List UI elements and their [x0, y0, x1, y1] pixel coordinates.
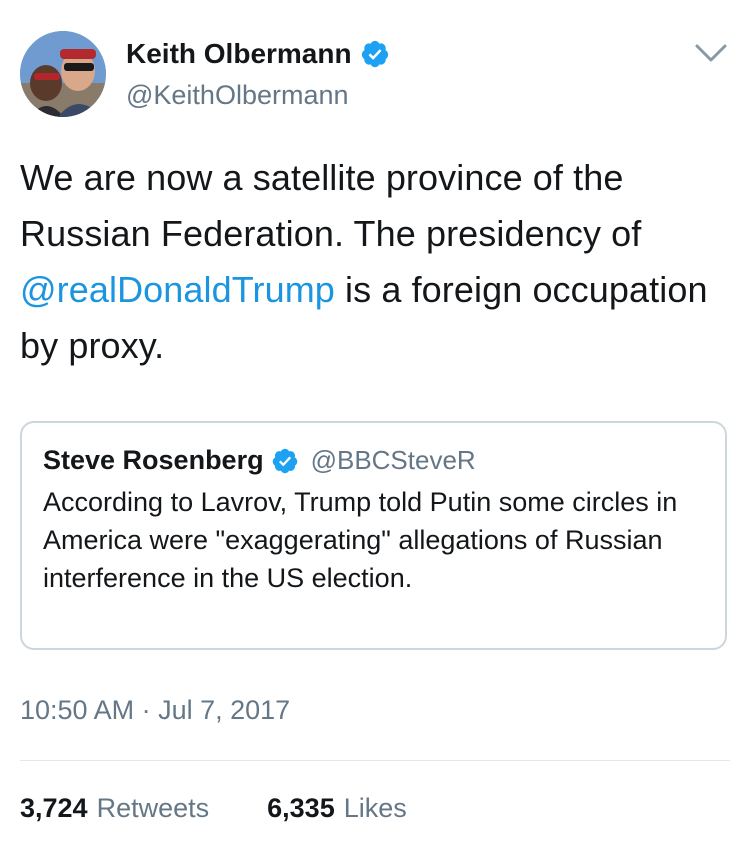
quoted-tweet-card[interactable]: Steve Rosenberg @BBCSteveR According to …: [20, 421, 727, 650]
divider: [20, 760, 730, 761]
retweets-label: Retweets: [96, 793, 210, 823]
likes-stat[interactable]: 6,335 Likes: [267, 793, 407, 824]
tweet-text: We are now a satellite province of the R…: [20, 150, 720, 374]
chevron-down-icon[interactable]: [693, 40, 729, 66]
likes-label: Likes: [343, 793, 407, 823]
tweet-card: Keith Olbermann @KeithOlbermann We are n…: [0, 0, 750, 850]
tweet-timestamp[interactable]: 10:50 AM · Jul 7, 2017: [20, 695, 290, 726]
mention-link[interactable]: @realDonaldTrump: [20, 269, 335, 310]
author-name-text: Keith Olbermann: [126, 38, 352, 69]
author-handle[interactable]: @KeithOlbermann: [126, 80, 349, 111]
author-avatar[interactable]: [20, 31, 106, 117]
tweet-text-part-1: We are now a satellite province of the R…: [20, 157, 642, 254]
avatar-photo-icon: [20, 31, 106, 117]
retweets-count: 3,724: [20, 793, 88, 823]
quoted-tweet-text: According to Lavrov, Trump told Putin so…: [43, 487, 678, 593]
tweet-stats: 3,724 Retweets 6,335 Likes: [20, 793, 407, 824]
quoted-author-name: Steve Rosenberg: [43, 445, 264, 475]
verified-badge-icon: [272, 448, 297, 473]
quoted-tweet-header: Steve Rosenberg @BBCSteveR: [43, 445, 476, 476]
retweets-stat[interactable]: 3,724 Retweets: [20, 793, 209, 824]
quoted-author-handle: @BBCSteveR: [310, 445, 476, 475]
verified-badge-icon: [361, 40, 388, 68]
likes-count: 6,335: [267, 793, 335, 823]
author-name[interactable]: Keith Olbermann: [126, 38, 390, 70]
